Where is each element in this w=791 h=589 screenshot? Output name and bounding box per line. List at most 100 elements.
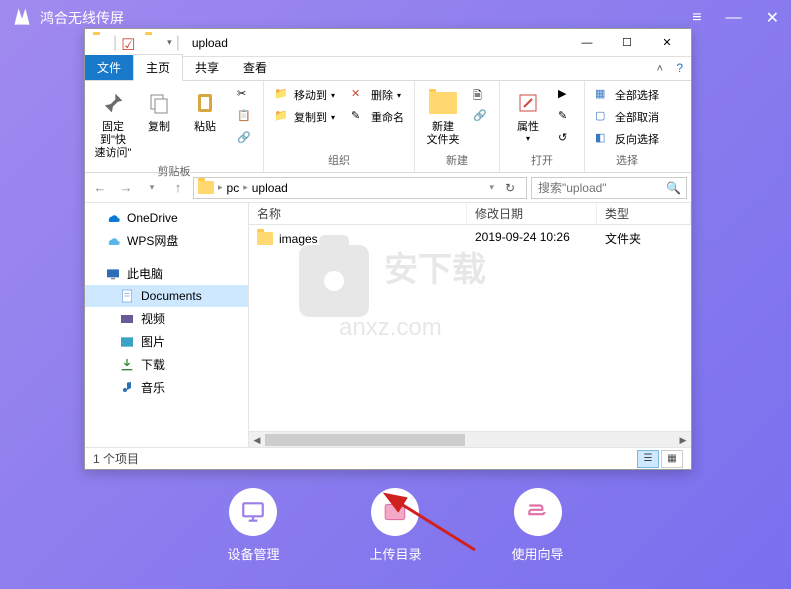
col-name[interactable]: 名称 bbox=[249, 203, 467, 224]
explorer-window: | ☑ ▾ | upload — ☐ ✕ 文件 主页 共享 查看 ˄ ? 固定到… bbox=[84, 28, 692, 470]
win-minimize-button[interactable]: — bbox=[567, 30, 607, 56]
view-details-icon[interactable]: ☰ bbox=[637, 450, 659, 468]
easyaccess-button[interactable]: 🔗 bbox=[469, 107, 493, 127]
file-date: 2019-09-24 10:26 bbox=[467, 230, 597, 247]
win-maximize-button[interactable]: ☐ bbox=[607, 30, 647, 56]
qat-dropdown-icon[interactable]: ▾ bbox=[167, 37, 172, 48]
nav-pane: OneDrive WPS网盘 此电脑 Documents 视频 图片 下载 音乐 bbox=[85, 203, 249, 447]
search-icon[interactable]: 🔍 bbox=[666, 181, 681, 195]
nav-documents[interactable]: Documents bbox=[85, 285, 248, 307]
scroll-thumb[interactable] bbox=[265, 434, 465, 446]
tab-share[interactable]: 共享 bbox=[183, 55, 231, 80]
selectall-button[interactable]: ▦全部选择 bbox=[591, 85, 663, 105]
folder-icon bbox=[382, 499, 408, 525]
content-area: OneDrive WPS网盘 此电脑 Documents 视频 图片 下载 音乐… bbox=[85, 203, 691, 447]
dock: 设备管理 上传目录 使用向导 bbox=[0, 488, 791, 563]
dock-device[interactable]: 设备管理 bbox=[227, 488, 279, 563]
nav-forward-icon[interactable]: → bbox=[115, 177, 137, 199]
copy-button[interactable]: 复制 bbox=[137, 85, 181, 136]
rename-button[interactable]: ✎重命名 bbox=[347, 107, 408, 127]
app-minimize-icon[interactable]: — bbox=[726, 9, 742, 27]
ribbon-tabs: 文件 主页 共享 查看 ˄ ? bbox=[85, 57, 691, 81]
tab-home[interactable]: 主页 bbox=[133, 54, 183, 81]
app-close-icon[interactable]: ✕ bbox=[766, 8, 779, 28]
column-headers: 名称 修改日期 类型 bbox=[249, 203, 691, 225]
nav-recent-icon[interactable]: ▾ bbox=[141, 177, 163, 199]
nav-pictures[interactable]: 图片 bbox=[85, 330, 248, 353]
nav-thispc[interactable]: 此电脑 bbox=[85, 262, 248, 285]
watermark: 安下载 anxz.com bbox=[289, 235, 529, 355]
nav-up-icon[interactable]: ↑ bbox=[167, 177, 189, 199]
newitem-button[interactable]: 🗎 bbox=[469, 85, 493, 105]
addr-dropdown-icon[interactable]: ▾ bbox=[489, 182, 494, 193]
addr-folder-icon bbox=[198, 181, 214, 194]
tab-view[interactable]: 查看 bbox=[231, 55, 279, 80]
ribbon: 固定到"快 速访问" 复制 粘贴 ✂ 📋 🔗 剪贴板 bbox=[85, 81, 691, 173]
help-icon[interactable]: ? bbox=[676, 61, 683, 75]
delete-button[interactable]: ✕删除▾ bbox=[347, 85, 408, 105]
chevron-right-icon[interactable]: ▸ bbox=[218, 182, 223, 193]
copypath-button[interactable]: 📋 bbox=[233, 107, 257, 127]
qat-separator2: | bbox=[176, 34, 180, 52]
status-bar: 1 个项目 ☰ ▦ bbox=[85, 447, 691, 469]
edit-button[interactable]: ✎ bbox=[554, 107, 578, 127]
nav-music[interactable]: 音乐 bbox=[85, 376, 248, 399]
scrollbar-horizontal[interactable]: ◀ ▶ bbox=[249, 431, 691, 447]
open-button[interactable]: ▶ bbox=[554, 85, 578, 105]
moveto-button[interactable]: 📁移动到▾ bbox=[270, 85, 339, 105]
file-name: images bbox=[279, 232, 318, 246]
copyto-button[interactable]: 📁复制到▾ bbox=[270, 107, 339, 127]
qat-folder-icon[interactable] bbox=[93, 35, 109, 51]
history-button[interactable]: ↺ bbox=[554, 129, 578, 149]
pin-button[interactable]: 固定到"快 速访问" bbox=[91, 85, 135, 163]
app-logo-icon bbox=[12, 8, 32, 28]
qat-newfolder-icon[interactable] bbox=[145, 35, 161, 51]
nav-wps[interactable]: WPS网盘 bbox=[85, 229, 248, 252]
tab-file[interactable]: 文件 bbox=[85, 55, 133, 80]
guide-icon bbox=[525, 499, 551, 525]
deselect-button[interactable]: ▢全部取消 bbox=[591, 107, 663, 127]
properties-button[interactable]: 属性 ▾ bbox=[506, 85, 550, 145]
group-select-label: 选择 bbox=[591, 152, 663, 168]
nav-onedrive[interactable]: OneDrive bbox=[85, 207, 248, 229]
view-icons-icon[interactable]: ▦ bbox=[661, 450, 683, 468]
col-type[interactable]: 类型 bbox=[597, 203, 691, 224]
win-close-button[interactable]: ✕ bbox=[647, 30, 687, 56]
group-organize-label: 组织 bbox=[270, 152, 408, 168]
app-menu-icon[interactable]: ≡ bbox=[692, 9, 701, 27]
nav-videos[interactable]: 视频 bbox=[85, 307, 248, 330]
newfolder-button[interactable]: 新建 文件夹 bbox=[421, 85, 465, 149]
dock-guide[interactable]: 使用向导 bbox=[512, 488, 564, 563]
file-row[interactable]: images 2019-09-24 10:26 文件夹 bbox=[249, 227, 691, 250]
qat-separator: | bbox=[113, 34, 117, 52]
nav-downloads[interactable]: 下载 bbox=[85, 353, 248, 376]
addr-folder[interactable]: upload bbox=[252, 181, 288, 195]
addr-pc[interactable]: pc bbox=[227, 181, 240, 195]
ribbon-group-clipboard: 固定到"快 速访问" 复制 粘贴 ✂ 📋 🔗 剪贴板 bbox=[85, 81, 264, 172]
paste-shortcut-button[interactable]: 🔗 bbox=[233, 129, 257, 149]
address-path[interactable]: ▸ pc ▸ upload ▾ ↻ bbox=[193, 177, 527, 199]
invert-button[interactable]: ◧反向选择 bbox=[591, 129, 663, 149]
refresh-icon[interactable]: ↻ bbox=[498, 181, 522, 195]
ribbon-group-open: 属性 ▾ ▶ ✎ ↺ 打开 bbox=[500, 81, 585, 172]
chevron-right-icon[interactable]: ▸ bbox=[243, 182, 248, 193]
qat-properties-icon[interactable]: ☑ bbox=[121, 35, 137, 51]
ribbon-group-select: ▦全部选择 ▢全部取消 ◧反向选择 选择 bbox=[585, 81, 669, 172]
explorer-title: upload bbox=[192, 36, 567, 50]
group-open-label: 打开 bbox=[506, 152, 578, 168]
folder-icon bbox=[257, 232, 273, 245]
app-title: 鸿合无线传屏 bbox=[40, 8, 692, 28]
group-new-label: 新建 bbox=[421, 152, 493, 168]
scroll-left-icon[interactable]: ◀ bbox=[249, 432, 265, 447]
cut-button[interactable]: ✂ bbox=[233, 85, 257, 105]
col-date[interactable]: 修改日期 bbox=[467, 203, 597, 224]
paste-button[interactable]: 粘贴 bbox=[183, 85, 227, 136]
dock-upload[interactable]: 上传目录 bbox=[369, 488, 421, 563]
address-bar: ← → ▾ ↑ ▸ pc ▸ upload ▾ ↻ 🔍 bbox=[85, 173, 691, 203]
scroll-right-icon[interactable]: ▶ bbox=[675, 432, 691, 447]
ribbon-group-organize: 📁移动到▾ 📁复制到▾ ✕删除▾ ✎重命名 组织 bbox=[264, 81, 415, 172]
monitor-icon bbox=[240, 499, 266, 525]
ribbon-collapse-icon[interactable]: ˄ bbox=[657, 63, 663, 75]
search-input[interactable] bbox=[531, 177, 687, 199]
nav-back-icon[interactable]: ← bbox=[89, 177, 111, 199]
